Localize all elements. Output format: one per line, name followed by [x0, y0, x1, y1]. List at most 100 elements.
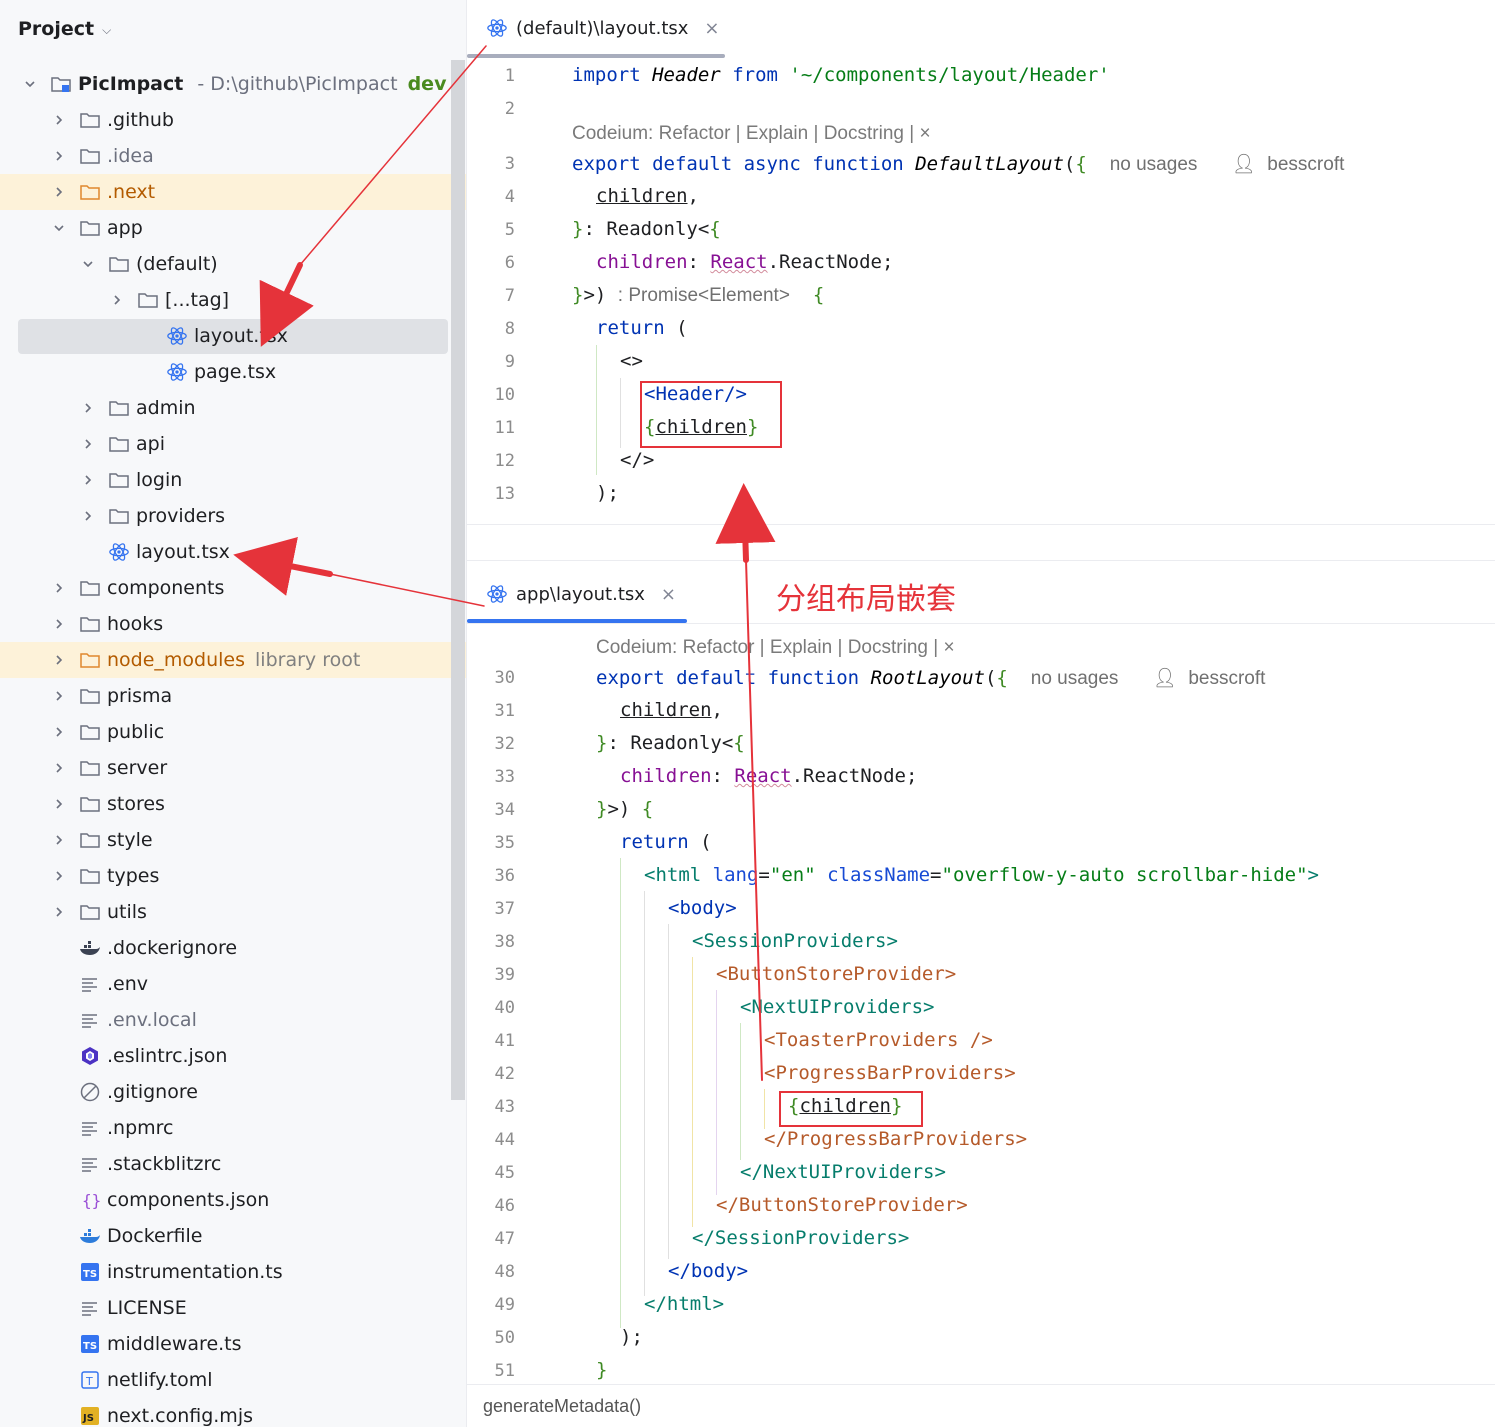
chevron-right-icon[interactable]	[52, 905, 66, 919]
code-line[interactable]: import Header from '~/components/layout/…	[572, 64, 1110, 86]
code-line[interactable]: </body>	[668, 1260, 748, 1282]
project-view-selector[interactable]: Project ⌵	[18, 14, 111, 44]
chevron-right-icon[interactable]	[52, 797, 66, 811]
tree-item[interactable]: [...tag]	[0, 282, 466, 318]
chevron-right-icon[interactable]	[81, 437, 95, 451]
code-line[interactable]: }: Readonly<{	[596, 732, 745, 754]
code-line[interactable]: children,	[620, 699, 723, 721]
chevron-right-icon[interactable]	[52, 761, 66, 775]
tree-item[interactable]: TS instrumentation.ts	[0, 1254, 466, 1290]
close-icon[interactable]: ×	[704, 18, 719, 39]
tree-item[interactable]: server	[0, 750, 466, 786]
code-line[interactable]: children: React.ReactNode;	[596, 251, 893, 273]
code-line[interactable]: <>	[620, 350, 643, 372]
tree-item[interactable]: JS next.config.mjs	[0, 1398, 466, 1427]
chevron-right-icon[interactable]	[52, 869, 66, 883]
tree-item[interactable]: providers	[0, 498, 466, 534]
tree-item[interactable]: login	[0, 462, 466, 498]
codeium-lens[interactable]: Codeium: Refactor | Explain | Docstring …	[572, 123, 931, 145]
tree-item[interactable]: .dockerignore	[0, 930, 466, 966]
chevron-right-icon[interactable]	[52, 581, 66, 595]
tree-root-picimpact[interactable]: PicImpact - D:\github\PicImpact dev / Ø	[0, 66, 466, 102]
code-line[interactable]: <html lang="en" className="overflow-y-au…	[644, 864, 1319, 886]
tree-item[interactable]: TS middleware.ts	[0, 1326, 466, 1362]
code-line[interactable]: return (	[620, 831, 712, 853]
tree-item[interactable]: node_modules library root	[0, 642, 466, 678]
tree-item[interactable]: .stackblitzrc	[0, 1146, 466, 1182]
code-line[interactable]: </>	[620, 449, 654, 471]
chevron-down-icon[interactable]	[23, 77, 37, 91]
code-line[interactable]: <SessionProviders>	[692, 930, 898, 952]
chevron-right-icon[interactable]	[52, 617, 66, 631]
tree-item[interactable]: .npmrc	[0, 1110, 466, 1146]
chevron-right-icon[interactable]	[52, 653, 66, 667]
code-line[interactable]: );	[620, 1326, 643, 1348]
close-icon[interactable]: ×	[661, 584, 676, 605]
code-line[interactable]: export default async function DefaultLay…	[572, 152, 1344, 176]
tree-item[interactable]: .next	[0, 174, 466, 210]
tree-item[interactable]: (default)	[0, 246, 466, 282]
tree-item[interactable]: Tnetlify.toml	[0, 1362, 466, 1398]
tree-item[interactable]: .github	[0, 102, 466, 138]
code-line[interactable]: <NextUIProviders>	[740, 996, 934, 1018]
tree-item[interactable]: .idea	[0, 138, 466, 174]
tree-item[interactable]: style	[0, 822, 466, 858]
code-line[interactable]: }: Readonly<{	[572, 218, 721, 240]
chevron-right-icon[interactable]	[81, 509, 95, 523]
chevron-right-icon[interactable]	[52, 149, 66, 163]
chevron-right-icon[interactable]	[52, 833, 66, 847]
code-line[interactable]: }>) : Promise<Element> {	[572, 284, 824, 307]
breadcrumb-item[interactable]: generateMetadata()	[483, 1396, 641, 1417]
chevron-right-icon[interactable]	[52, 113, 66, 127]
split-divider[interactable]	[467, 524, 1495, 560]
tree-item[interactable]: app	[0, 210, 466, 246]
tree-item[interactable]: layout.tsx	[0, 534, 466, 570]
code-line[interactable]: }	[596, 1359, 607, 1381]
chevron-right-icon[interactable]	[52, 725, 66, 739]
code-line[interactable]: children,	[596, 185, 699, 207]
tab-default-layout[interactable]: (default)\layout.tsx ×	[486, 0, 720, 56]
chevron-right-icon[interactable]	[81, 473, 95, 487]
tree-item[interactable]: stores	[0, 786, 466, 822]
code-line[interactable]: <ToasterProviders />	[764, 1029, 993, 1051]
tree-item[interactable]: .gitignore	[0, 1074, 466, 1110]
tree-item[interactable]: {} components.json	[0, 1182, 466, 1218]
code-line[interactable]: );	[596, 482, 619, 504]
tree-item[interactable]: layout.tsx	[0, 318, 466, 354]
tree-item[interactable]: types	[0, 858, 466, 894]
tree-item[interactable]: .env	[0, 966, 466, 1002]
tree-item[interactable]: admin	[0, 390, 466, 426]
code-line[interactable]: }>) {	[596, 798, 653, 820]
tree-item[interactable]: .env.local	[0, 1002, 466, 1038]
tree-item[interactable]: prisma	[0, 678, 466, 714]
code-line[interactable]: children: React.ReactNode;	[620, 765, 917, 787]
tree-item[interactable]: components	[0, 570, 466, 606]
chevron-down-icon[interactable]	[52, 221, 66, 235]
chevron-right-icon[interactable]	[110, 293, 124, 307]
code-line[interactable]: export default function RootLayout({ no …	[596, 666, 1265, 690]
code-line[interactable]: </SessionProviders>	[692, 1227, 909, 1249]
tree-item[interactable]: .eslintrc.json	[0, 1038, 466, 1074]
chevron-right-icon[interactable]	[52, 185, 66, 199]
chevron-right-icon[interactable]	[52, 689, 66, 703]
breadcrumb[interactable]: generateMetadata()	[467, 1384, 1495, 1427]
tree-item[interactable]: Dockerfile	[0, 1218, 466, 1254]
tab-app-layout[interactable]: app\layout.tsx ×	[486, 566, 676, 622]
tree-item[interactable]: hooks	[0, 606, 466, 642]
chevron-right-icon[interactable]	[81, 401, 95, 415]
tree-item[interactable]: api	[0, 426, 466, 462]
code-line[interactable]: </ProgressBarProviders>	[764, 1128, 1027, 1150]
code-line[interactable]: </NextUIProviders>	[740, 1161, 946, 1183]
code-line[interactable]: return (	[596, 317, 688, 339]
tree-item[interactable]: utils	[0, 894, 466, 930]
codeium-lens[interactable]: Codeium: Refactor | Explain | Docstring …	[596, 637, 955, 659]
code-line[interactable]: <ButtonStoreProvider>	[716, 963, 956, 985]
chevron-down-icon[interactable]	[81, 257, 95, 271]
tree-item[interactable]: page.tsx	[0, 354, 466, 390]
code-line[interactable]: <body>	[668, 897, 737, 919]
code-line[interactable]: <ProgressBarProviders>	[764, 1062, 1016, 1084]
tree-item[interactable]: LICENSE	[0, 1290, 466, 1326]
code-line[interactable]: </ButtonStoreProvider>	[716, 1194, 968, 1216]
code-line[interactable]: </html>	[644, 1293, 724, 1315]
tree-item[interactable]: public	[0, 714, 466, 750]
